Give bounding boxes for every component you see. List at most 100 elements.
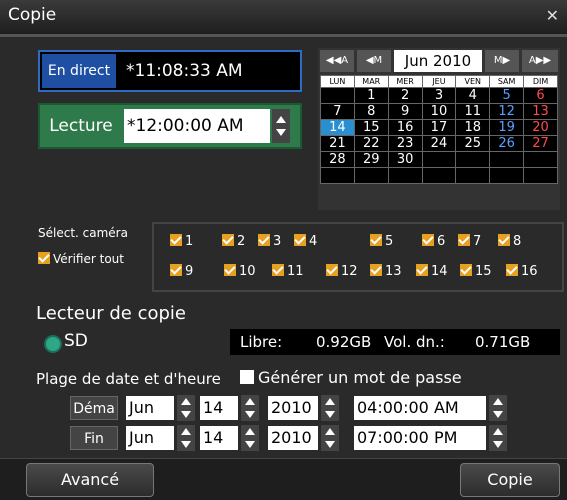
spin-down-icon[interactable] (493, 411, 503, 418)
checkbox-icon[interactable] (370, 264, 382, 276)
calendar-day[interactable]: 25 (455, 135, 491, 152)
calendar-day[interactable]: 12 (489, 103, 525, 120)
calendar-day[interactable]: 9 (387, 103, 423, 120)
spin-up-icon[interactable] (245, 428, 255, 435)
spin-down-icon[interactable] (325, 411, 335, 418)
camera-checkbox-4[interactable]: 4 (294, 234, 317, 250)
checkbox-icon[interactable] (170, 264, 182, 276)
camera-checkbox-12[interactable]: 12 (326, 264, 358, 280)
sd-radio[interactable] (44, 335, 62, 353)
calendar-day[interactable]: 11 (455, 103, 491, 120)
checkbox-icon[interactable] (294, 234, 306, 246)
spin-down-icon[interactable] (181, 441, 191, 448)
camera-checkbox-6[interactable]: 6 (422, 234, 445, 250)
end-time-field[interactable]: 07:00:00 PM (354, 426, 486, 450)
end-button[interactable]: Fin (70, 426, 118, 450)
camera-checkbox-15[interactable]: 15 (460, 264, 492, 280)
next-month-button[interactable]: M▶ (485, 50, 519, 72)
start-time-field[interactable]: 04:00:00 AM (354, 396, 486, 420)
calendar-day[interactable]: 13 (523, 103, 558, 120)
spin-down-icon[interactable] (325, 441, 335, 448)
calendar-day[interactable]: 2 (387, 87, 423, 104)
start-month-field[interactable]: Jun (126, 396, 174, 420)
start-day-spinner[interactable] (241, 395, 259, 421)
start-time-spinner[interactable] (489, 395, 507, 421)
spin-up-icon[interactable] (493, 428, 503, 435)
camera-checkbox-7[interactable]: 7 (458, 234, 481, 250)
calendar-day[interactable]: 15 (353, 119, 389, 136)
checkbox-icon[interactable] (498, 234, 510, 246)
playback-time-field[interactable]: *12:00:00 AM (124, 109, 270, 143)
spin-up-icon[interactable] (325, 428, 335, 435)
end-day-field[interactable]: 14 (200, 426, 238, 450)
spin-up-icon[interactable] (181, 428, 191, 435)
spin-up-icon[interactable] (325, 398, 335, 405)
calendar-day[interactable]: 22 (353, 135, 389, 152)
camera-checkbox-16[interactable]: 16 (506, 264, 538, 280)
camera-checkbox-13[interactable]: 13 (370, 264, 402, 280)
start-year-field[interactable]: 2010 (268, 396, 318, 420)
calendar-day[interactable]: 14 (320, 119, 355, 136)
next-year-button[interactable]: A▶▶ (522, 50, 558, 72)
checkbox-icon[interactable] (422, 234, 434, 246)
calendar-day[interactable]: 8 (353, 103, 389, 120)
password-checkbox[interactable] (240, 370, 254, 384)
calendar-day[interactable]: 4 (455, 87, 491, 104)
calendar-day[interactable]: 20 (523, 119, 558, 136)
checkbox-icon[interactable] (370, 234, 382, 246)
camera-checkbox-8[interactable]: 8 (498, 234, 521, 250)
spin-up-icon[interactable] (245, 398, 255, 405)
calendar-day[interactable]: 23 (387, 135, 423, 152)
calendar-day[interactable]: 7 (320, 103, 355, 120)
camera-checkbox-14[interactable]: 14 (416, 264, 448, 280)
spin-down-icon[interactable] (245, 411, 255, 418)
checkbox-icon[interactable] (326, 264, 338, 276)
calendar-day[interactable]: 5 (489, 87, 525, 104)
checkbox-icon[interactable] (224, 264, 236, 276)
checkbox-icon[interactable] (506, 264, 518, 276)
calendar-day[interactable]: 18 (455, 119, 491, 136)
end-year-spinner[interactable] (321, 425, 339, 451)
calendar-day[interactable]: 17 (421, 119, 457, 136)
start-month-spinner[interactable] (177, 395, 195, 421)
spin-down-icon[interactable] (493, 441, 503, 448)
calendar-day[interactable]: 27 (523, 135, 558, 152)
calendar-day[interactable]: 21 (320, 135, 355, 152)
camera-checkbox-5[interactable]: 5 (370, 234, 393, 250)
checkbox-icon[interactable] (416, 264, 428, 276)
camera-checkbox-2[interactable]: 2 (222, 234, 245, 250)
calendar-day[interactable]: 30 (387, 151, 423, 168)
spin-up-icon[interactable] (276, 116, 286, 123)
checkbox-icon[interactable] (258, 234, 270, 246)
spin-up-icon[interactable] (181, 398, 191, 405)
checkbox-icon[interactable] (460, 264, 472, 276)
check-all[interactable]: Vérifier tout (38, 252, 124, 266)
calendar-day[interactable]: 6 (523, 87, 558, 104)
camera-checkbox-3[interactable]: 3 (258, 234, 281, 250)
camera-checkbox-1[interactable]: 1 (170, 234, 193, 250)
end-day-spinner[interactable] (241, 425, 259, 451)
start-year-spinner[interactable] (321, 395, 339, 421)
end-year-field[interactable]: 2010 (268, 426, 318, 450)
camera-checkbox-9[interactable]: 9 (170, 264, 193, 280)
advanced-button[interactable]: Avancé (26, 463, 154, 497)
spin-down-icon[interactable] (276, 129, 286, 136)
camera-checkbox-10[interactable]: 10 (224, 264, 256, 280)
end-month-spinner[interactable] (177, 425, 195, 451)
calendar-day[interactable]: 29 (353, 151, 389, 168)
calendar-day[interactable]: 1 (353, 87, 389, 104)
calendar-day[interactable]: 3 (421, 87, 457, 104)
camera-checkbox-11[interactable]: 11 (272, 264, 304, 280)
end-month-field[interactable]: Jun (126, 426, 174, 450)
close-icon[interactable]: ✕ (546, 6, 559, 25)
prev-month-button[interactable]: ◀M (357, 50, 391, 72)
calendar-day[interactable]: 28 (320, 151, 355, 168)
prev-year-button[interactable]: ◀◀A (320, 50, 354, 72)
calendar-day[interactable]: 10 (421, 103, 457, 120)
checkbox-icon[interactable] (458, 234, 470, 246)
calendar-day[interactable]: 16 (387, 119, 423, 136)
spin-down-icon[interactable] (245, 441, 255, 448)
calendar-day[interactable]: 19 (489, 119, 525, 136)
copy-button[interactable]: Copie (460, 463, 560, 497)
calendar-day[interactable]: 26 (489, 135, 525, 152)
